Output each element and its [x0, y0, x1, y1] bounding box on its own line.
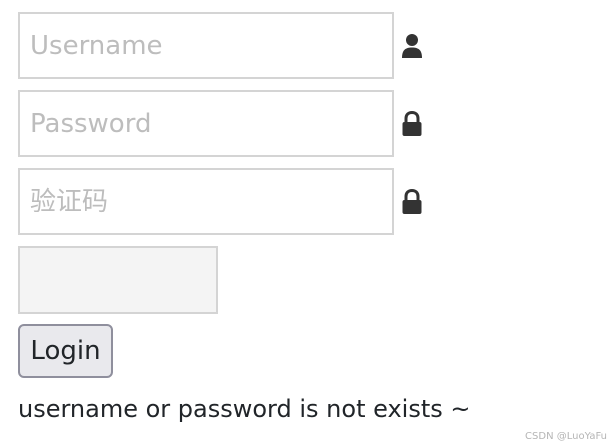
captcha-image[interactable] — [18, 246, 218, 314]
captcha-input[interactable] — [18, 168, 394, 235]
watermark-text: CSDN @LuoYaFu — [525, 431, 607, 442]
lock-icon — [402, 189, 422, 214]
username-input[interactable] — [18, 12, 394, 79]
user-icon — [402, 34, 422, 58]
lock-icon — [402, 111, 422, 136]
login-page: Login username or password is not exists… — [0, 0, 613, 446]
login-button[interactable]: Login — [18, 324, 113, 378]
error-message: username or password is not exists ~ — [18, 395, 471, 423]
password-input[interactable] — [18, 90, 394, 157]
